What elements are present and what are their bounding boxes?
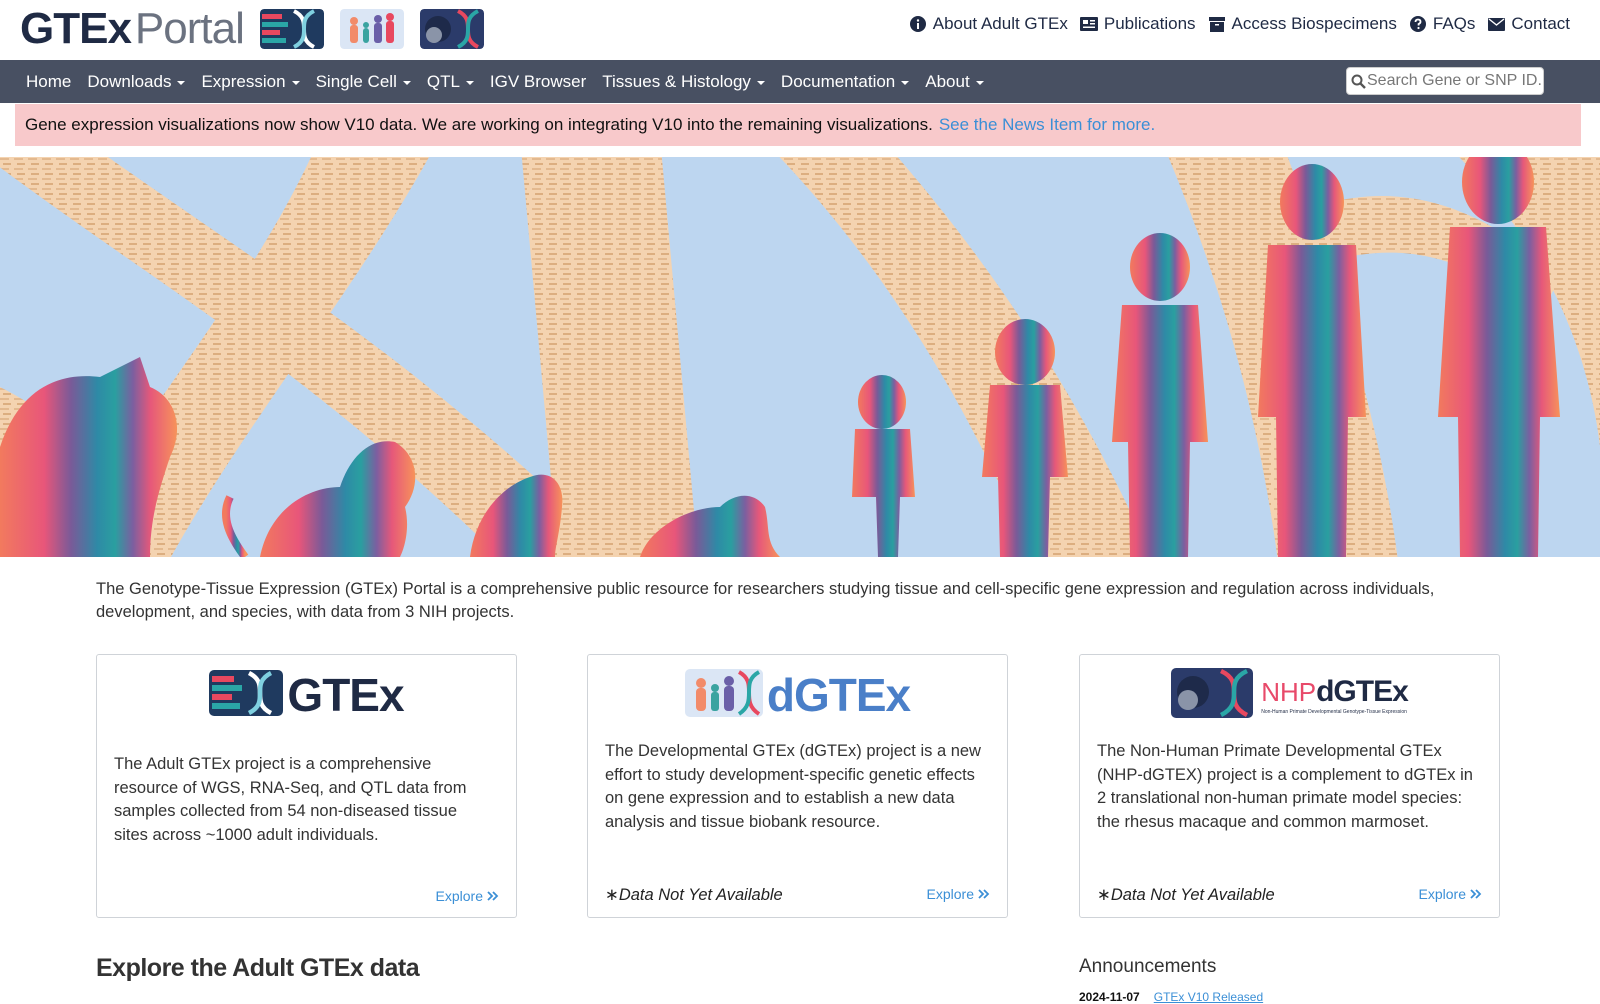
about-adult-gtex-link[interactable]: About Adult GTEx	[909, 14, 1068, 34]
nhp-logo-subtitle: Non-Human Primate Developmental Genotype…	[1261, 709, 1407, 715]
brand-logo-text: GTExPortal	[20, 4, 245, 53]
adult-gtex-description: The Adult GTEx project is a comprehensiv…	[114, 755, 467, 844]
caret-down-icon	[177, 80, 186, 85]
dgtex-family-logo-icon	[684, 668, 763, 722]
nav-qtl-label: QTL	[426, 71, 460, 91]
nhp-dgtex-logo-icon	[1171, 667, 1254, 723]
gtex-dna-logo-icon	[209, 669, 284, 721]
explore-label: Explore	[435, 888, 483, 904]
nav-documentation[interactable]: Documentation	[773, 72, 917, 92]
brand[interactable]: GTExPortal	[20, 6, 484, 52]
nhp-dgtex-logo-word: dGTEx	[1316, 675, 1409, 708]
top-header: GTExPortal About Adult GTEx Publications…	[0, 0, 1600, 60]
access-biospecimens-link[interactable]: Access Biospecimens	[1208, 14, 1397, 34]
contact-link[interactable]: Contact	[1487, 14, 1570, 34]
dgtex-logo-word: dGTEx	[766, 669, 911, 721]
explore-label: Explore	[1418, 886, 1466, 902]
question-circle-icon	[1409, 15, 1427, 33]
search-icon	[1351, 74, 1367, 89]
gtex-dna-logo-icon[interactable]	[259, 9, 324, 49]
alert-banner: Gene expression visualizations now show …	[15, 104, 1581, 146]
newspaper-icon	[1079, 15, 1098, 33]
envelope-icon	[1487, 15, 1505, 33]
nav-tissues-histology[interactable]: Tissues & Histology	[594, 72, 773, 92]
adult-gtex-card-logo: GTEx	[97, 667, 516, 723]
adult-gtex-card: GTEx The Adult GTEx project is a compreh…	[96, 654, 517, 918]
search-box	[1346, 67, 1544, 95]
announcement-item: 2024-11-07 GTEx V10 Released	[1079, 990, 1263, 1004]
nav-home[interactable]: Home	[18, 72, 79, 92]
hero-banner	[0, 157, 1600, 557]
info-circle-icon	[909, 15, 927, 33]
nav-about[interactable]: About	[917, 72, 991, 92]
archive-icon	[1208, 15, 1226, 33]
nhp-dgtex-description: The Non-Human Primate Developmental GTEx…	[1097, 742, 1473, 831]
announcements-title: Announcements	[1079, 956, 1217, 977]
announcement-date: 2024-11-07	[1079, 990, 1140, 1004]
nhp-dgtex-card: NHP dGTEx Non-Human Primate Developmenta…	[1079, 654, 1500, 918]
adult-gtex-explore-link[interactable]: Explore	[436, 888, 499, 904]
nav-tissues-histology-label: Tissues & Histology	[602, 71, 751, 91]
nhp-prefix: NHP	[1261, 677, 1317, 707]
double-chevron-right-icon	[978, 886, 990, 902]
nhp-dgtex-data-note: ∗Data Not Yet Available	[1097, 886, 1275, 904]
dgtex-family-logo-icon[interactable]	[339, 9, 404, 49]
access-biospecimens-label: Access Biospecimens	[1231, 14, 1397, 33]
publications-label: Publications	[1103, 14, 1196, 33]
dgtex-description: The Developmental GTEx (dGTEx) project i…	[605, 742, 981, 831]
nav-downloads-label: Downloads	[87, 71, 172, 91]
faqs-label: FAQs	[1432, 14, 1476, 33]
news-item-link[interactable]: See the News Item for more.	[939, 115, 1155, 135]
nav-qtl[interactable]: QTL	[419, 72, 482, 92]
publications-link[interactable]: Publications	[1079, 14, 1196, 34]
search-input[interactable]	[1367, 72, 1543, 90]
caret-down-icon	[901, 80, 910, 85]
caret-down-icon	[291, 80, 300, 85]
caret-down-icon	[975, 80, 984, 85]
alert-message: Gene expression visualizations now show …	[25, 115, 933, 134]
nhp-dgtex-logo-icon[interactable]	[419, 9, 484, 49]
top-links: About Adult GTEx Publications Access Bio…	[909, 14, 1570, 34]
gtex-logo-word: GTEx	[287, 669, 404, 721]
faqs-link[interactable]: FAQs	[1409, 14, 1476, 34]
dgtex-card-logo: dGTEx	[588, 667, 1007, 723]
dgtex-card: dGTEx The Developmental GTEx (dGTEx) pro…	[587, 654, 1008, 918]
nav-expression[interactable]: Expression	[193, 72, 307, 92]
nhp-dgtex-card-logo: NHP dGTEx Non-Human Primate Developmenta…	[1080, 667, 1499, 723]
nav-single-cell-label: Single Cell	[315, 71, 397, 91]
nav-items: Home Downloads Expression Single Cell QT…	[18, 60, 992, 103]
dgtex-explore-link[interactable]: Explore	[927, 886, 990, 902]
double-chevron-right-icon	[1470, 886, 1482, 902]
caret-down-icon	[465, 80, 474, 85]
dgtex-data-note: ∗Data Not Yet Available	[605, 886, 783, 904]
explore-section-title: Explore the Adult GTEx data	[96, 954, 420, 982]
project-logos	[259, 9, 484, 49]
nhp-dgtex-explore-link[interactable]: Explore	[1419, 886, 1482, 902]
caret-down-icon	[756, 80, 765, 85]
nav-downloads[interactable]: Downloads	[79, 72, 193, 92]
hero-illustration	[0, 157, 1600, 557]
nav-home-label: Home	[26, 71, 72, 91]
main-navbar: Home Downloads Expression Single Cell QT…	[0, 60, 1600, 103]
nav-igv-browser[interactable]: IGV Browser	[482, 72, 594, 92]
caret-down-icon	[402, 80, 411, 85]
about-adult-gtex-label: About Adult GTEx	[932, 14, 1068, 33]
nav-documentation-label: Documentation	[780, 71, 896, 91]
nhp-dgtex-wordmark: NHP dGTEx Non-Human Primate Developmenta…	[1261, 675, 1409, 715]
contact-label: Contact	[1511, 14, 1570, 33]
nav-igv-browser-label: IGV Browser	[489, 71, 587, 91]
double-chevron-right-icon	[487, 888, 499, 904]
nav-single-cell[interactable]: Single Cell	[308, 72, 419, 92]
nav-expression-label: Expression	[201, 71, 286, 91]
intro-text: The Genotype-Tissue Expression (GTEx) Po…	[96, 580, 1435, 621]
nav-about-label: About	[925, 71, 970, 91]
announcement-link[interactable]: GTEx V10 Released	[1154, 990, 1263, 1004]
explore-label: Explore	[926, 886, 974, 902]
